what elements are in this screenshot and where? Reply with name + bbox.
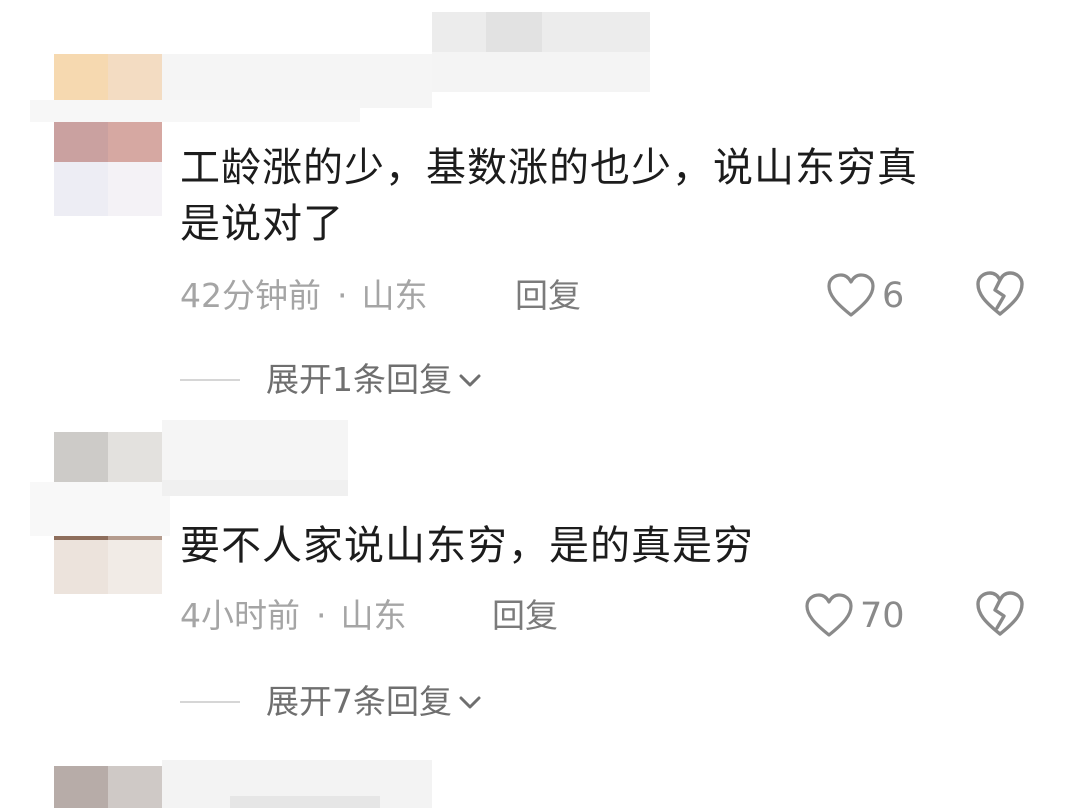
comment-meta: 42分钟前 · 山东 (180, 274, 428, 318)
comment-list: 工龄涨的少，基数涨的也少，说山东穷真 是说对了 42分钟前 · 山东 回复 6 展开… (0, 0, 1080, 808)
dislike-button[interactable] (975, 590, 1025, 640)
like-button[interactable]: 70 (804, 591, 905, 641)
blurred-username (30, 482, 170, 536)
blurred-username (230, 796, 380, 808)
expand-replies-label: 展开1条回复 (266, 360, 452, 399)
blurred-username (432, 52, 650, 92)
comment-meta: 4小时前 · 山东 (180, 594, 407, 638)
separator-dot: · (316, 596, 327, 635)
comment-time: 42分钟前 (180, 276, 321, 315)
comment-location: 山东 (340, 596, 407, 635)
expand-replies-label: 展开7条回复 (266, 682, 452, 721)
blurred-username (30, 100, 360, 122)
like-button[interactable]: 6 (826, 271, 904, 321)
blurred-username (486, 12, 542, 52)
broken-heart-icon (976, 271, 1024, 316)
blurred-username (162, 420, 348, 480)
separator-dot: · (337, 276, 348, 315)
comment-text: 工龄涨的少，基数涨的也少，说山东穷真 是说对了 (180, 145, 918, 247)
chevron-down-icon (459, 696, 481, 709)
like-count: 6 (882, 276, 905, 316)
avatar[interactable] (54, 766, 162, 808)
blurred-username (162, 480, 348, 496)
broken-heart-icon (976, 591, 1024, 636)
comment-text: 要不人家说山东穷，是的真是穷 (180, 523, 754, 569)
heart-outline-icon (805, 593, 853, 637)
avatar[interactable] (54, 54, 162, 216)
reply-button[interactable]: 回复 (492, 594, 558, 638)
like-count: 70 (860, 596, 905, 636)
chevron-down-icon (459, 374, 481, 387)
comment-location: 山东 (361, 276, 428, 315)
reply-button[interactable]: 回复 (515, 274, 581, 318)
comment-time: 4小时前 (180, 596, 300, 635)
divider-line (180, 701, 240, 703)
expand-replies-button[interactable]: 展开1条回复 (180, 356, 484, 404)
expand-replies-button[interactable]: 展开7条回复 (180, 678, 484, 726)
divider-line (180, 379, 240, 381)
dislike-button[interactable] (975, 270, 1025, 320)
heart-outline-icon (827, 273, 875, 317)
